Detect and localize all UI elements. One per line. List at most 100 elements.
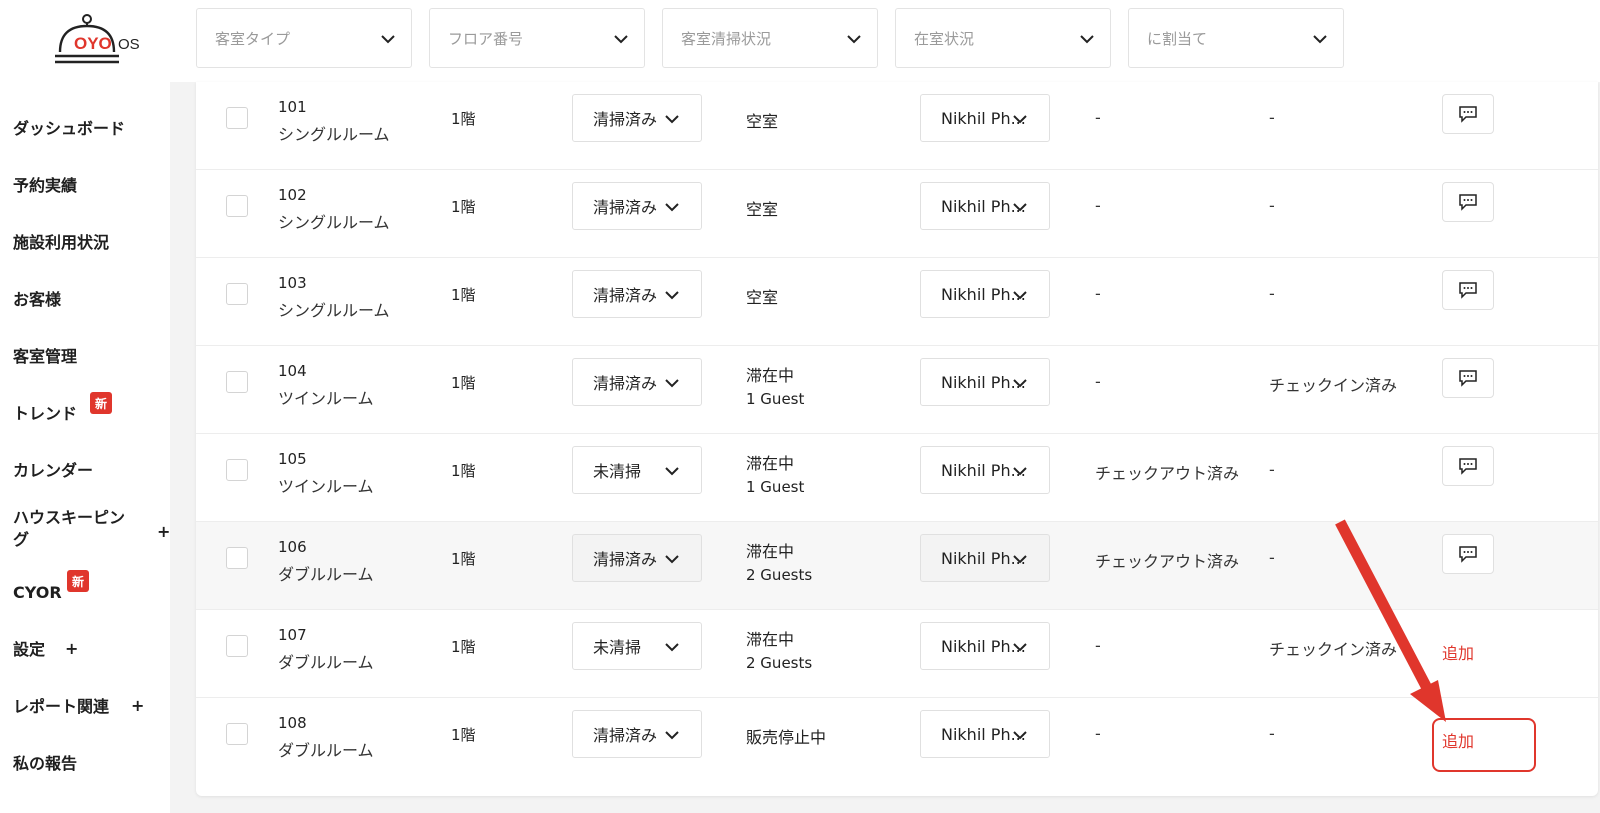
- sidebar: ダッシュボード 予約実績 施設利用状況 お客様 客室管理 トレンド 新 カレンダ…: [0, 82, 170, 813]
- expand-plus-icon[interactable]: +: [157, 522, 170, 541]
- sidebar-item-label: ハウスキーピン: [13, 508, 126, 527]
- sidebar-item-reports[interactable]: レポート関連: [13, 696, 109, 718]
- filter-placeholder: 在室状況: [914, 29, 975, 48]
- sidebar-item-label: ダッシュボード: [13, 119, 126, 138]
- row-checkbox[interactable]: [226, 459, 248, 481]
- sidebar-item-dashboard[interactable]: ダッシュボード: [13, 118, 125, 140]
- assignee-dropdown[interactable]: Nikhil Ph...: [920, 622, 1050, 670]
- chevron-down-icon: [1013, 115, 1027, 124]
- oyo-os-logo[interactable]: OYO OS: [50, 10, 160, 70]
- room-number: 108: [278, 714, 307, 732]
- chevron-down-icon: [665, 115, 679, 124]
- sidebar-item-settings[interactable]: 設定: [13, 639, 45, 661]
- checkin-status: -: [1269, 548, 1275, 567]
- sidebar-item-bookings[interactable]: 予約実績: [13, 175, 77, 197]
- checkout-status: -: [1095, 724, 1101, 743]
- chevron-down-icon: [665, 555, 679, 564]
- chevron-down-icon: [1013, 467, 1027, 476]
- room-number: 101: [278, 98, 307, 116]
- assignee-dropdown[interactable]: Nikhil Ph...: [920, 182, 1050, 230]
- guest-count: 2 Guests: [746, 566, 813, 584]
- cleaning-status-dropdown[interactable]: 清掃済み: [572, 182, 702, 230]
- comment-button[interactable]: [1442, 94, 1494, 134]
- chevron-down-icon: [1013, 555, 1027, 564]
- comment-button[interactable]: [1442, 270, 1494, 310]
- row-checkbox[interactable]: [226, 723, 248, 745]
- table-row: 107 ダブルルーム 1階 未清掃 滞在中 2 Guests Nikhil Ph…: [196, 610, 1598, 698]
- comment-button[interactable]: [1442, 534, 1494, 574]
- sidebar-item-guests[interactable]: お客様: [13, 289, 61, 311]
- room-number: 106: [278, 538, 307, 556]
- assignee-filter[interactable]: に割当て: [1128, 8, 1344, 68]
- occupancy-filter[interactable]: 在室状況: [895, 8, 1111, 68]
- cleaning-status-dropdown[interactable]: 未清掃: [572, 446, 702, 494]
- comment-icon: [1459, 106, 1477, 123]
- sidebar-item-cyor[interactable]: CYOR: [13, 582, 62, 604]
- expand-plus-icon[interactable]: +: [65, 639, 78, 658]
- add-comment-link[interactable]: 追加: [1442, 640, 1474, 664]
- sidebar-item-label: カレンダー: [13, 461, 94, 480]
- floor: 1階: [451, 286, 476, 304]
- row-checkbox[interactable]: [226, 635, 248, 657]
- row-checkbox[interactable]: [226, 547, 248, 569]
- sidebar-item-housekeeping[interactable]: ハウスキーピン グ: [13, 507, 125, 551]
- sidebar-item-room-management[interactable]: 客室管理: [13, 346, 77, 368]
- dropdown-value: 清掃済み: [593, 726, 658, 745]
- sidebar-item-label: お客様: [13, 290, 62, 309]
- dropdown-value: 清掃済み: [593, 286, 658, 305]
- assignee-dropdown[interactable]: Nikhil Ph...: [920, 358, 1050, 406]
- sidebar-item-label: 施設利用状況: [13, 233, 110, 252]
- dropdown-value: 未清掃: [593, 462, 642, 481]
- sidebar-item-label: CYOR: [13, 583, 62, 602]
- assignee-dropdown[interactable]: Nikhil Ph...: [920, 446, 1050, 494]
- sidebar-item-my-reports[interactable]: 私の報告: [13, 753, 77, 775]
- sidebar-item-calendar[interactable]: カレンダー: [13, 460, 93, 482]
- cleaning-status-dropdown[interactable]: 清掃済み: [572, 358, 702, 406]
- assignee-dropdown[interactable]: Nikhil Ph...: [920, 534, 1050, 582]
- guest-count: 1 Guest: [746, 478, 805, 496]
- assignee-dropdown[interactable]: Nikhil Ph...: [920, 710, 1050, 758]
- floor: 1階: [451, 110, 476, 128]
- room-type: ツインルーム: [278, 389, 374, 408]
- new-badge: 新: [67, 570, 89, 592]
- floor-number-filter[interactable]: フロア番号: [429, 8, 645, 68]
- cleaning-status-dropdown[interactable]: 清掃済み: [572, 94, 702, 142]
- floor: 1階: [451, 550, 476, 568]
- sidebar-item-trends[interactable]: トレンド: [13, 403, 77, 425]
- filter-placeholder: 客室タイプ: [215, 29, 291, 48]
- occupancy-status: 滞在中: [746, 542, 795, 561]
- cleaning-status-dropdown[interactable]: 清掃済み: [572, 710, 702, 758]
- room-type: シングルルーム: [278, 213, 390, 232]
- chevron-down-icon: [1013, 379, 1027, 388]
- floor: 1階: [451, 198, 476, 216]
- room-type: シングルルーム: [278, 125, 390, 144]
- comment-button[interactable]: [1442, 182, 1494, 222]
- room-table: 101 シングルルーム 1階 清掃済み 空室 Nikhil Ph... - - …: [196, 82, 1598, 796]
- cleaning-status-dropdown[interactable]: 清掃済み: [572, 270, 702, 318]
- row-checkbox[interactable]: [226, 195, 248, 217]
- expand-plus-icon[interactable]: +: [131, 696, 144, 715]
- checkin-status: -: [1269, 724, 1275, 743]
- room-type: ダブルルーム: [278, 741, 374, 760]
- chevron-down-icon: [665, 291, 679, 300]
- row-checkbox[interactable]: [226, 283, 248, 305]
- assignee-dropdown[interactable]: Nikhil Ph...: [920, 94, 1050, 142]
- row-checkbox[interactable]: [226, 371, 248, 393]
- assignee-dropdown[interactable]: Nikhil Ph...: [920, 270, 1050, 318]
- cleaning-status-dropdown[interactable]: 未清掃: [572, 622, 702, 670]
- chevron-down-icon: [665, 731, 679, 740]
- chevron-down-icon: [1013, 291, 1027, 300]
- chevron-down-icon: [665, 643, 679, 652]
- cleaning-status-dropdown[interactable]: 清掃済み: [572, 534, 702, 582]
- comment-button[interactable]: [1442, 446, 1494, 486]
- cleaning-status-filter[interactable]: 客室清掃状況: [662, 8, 878, 68]
- row-checkbox[interactable]: [226, 107, 248, 129]
- checkin-status: チェックイン済み: [1269, 376, 1398, 395]
- comment-button[interactable]: [1442, 358, 1494, 398]
- checkout-status: -: [1095, 636, 1101, 655]
- occupancy-status: 滞在中: [746, 454, 795, 473]
- sidebar-item-facility-usage[interactable]: 施設利用状況: [13, 232, 109, 254]
- add-comment-link[interactable]: 追加: [1442, 728, 1474, 752]
- table-row: 103 シングルルーム 1階 清掃済み 空室 Nikhil Ph... - -: [196, 258, 1598, 346]
- room-type-filter[interactable]: 客室タイプ: [196, 8, 412, 68]
